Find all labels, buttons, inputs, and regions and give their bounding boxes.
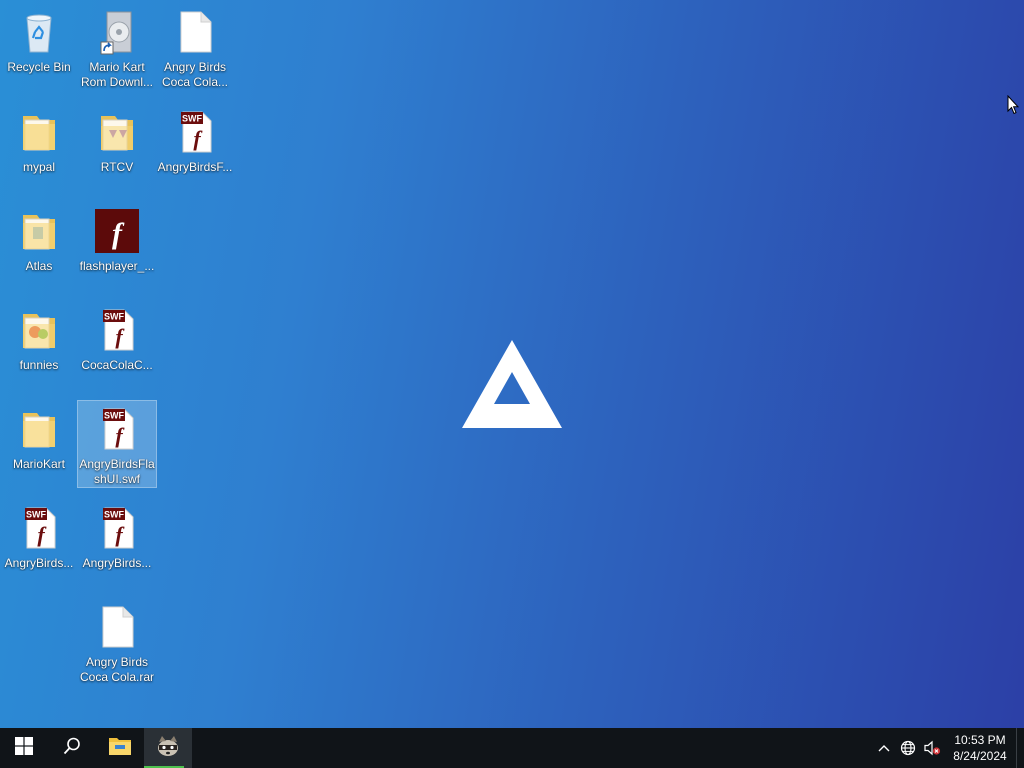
flash-player-icon: f bbox=[93, 207, 141, 255]
desktop-icon-folder-rtcv[interactable]: RTCV bbox=[78, 104, 156, 175]
swf-file-icon: SWF f bbox=[93, 405, 141, 453]
taskbar-clock[interactable]: 10:53 PM 8/24/2024 bbox=[944, 728, 1016, 768]
mouse-cursor-icon bbox=[1007, 94, 1020, 115]
desktop-icon-swf-angrybirds-2[interactable]: SWF f AngryBirds... bbox=[78, 500, 156, 571]
svg-text:SWF: SWF bbox=[26, 510, 46, 520]
desktop-icon-flashplayer[interactable]: f flashplayer_... bbox=[78, 203, 156, 274]
show-desktop-button[interactable] bbox=[1016, 728, 1024, 768]
system-tray: 10:53 PM 8/24/2024 bbox=[872, 728, 1024, 768]
swf-file-icon: SWF f bbox=[93, 504, 141, 552]
taskbar: 10:53 PM 8/24/2024 bbox=[0, 728, 1024, 768]
folder-icon bbox=[15, 108, 63, 156]
svg-text:SWF: SWF bbox=[104, 411, 124, 421]
desktop-icon-angry-birds-coca-cola-file[interactable]: Angry Birds Coca Cola... bbox=[156, 4, 234, 90]
folder-icon bbox=[15, 207, 63, 255]
globe-network-icon[interactable] bbox=[896, 728, 920, 768]
file-explorer-icon bbox=[108, 736, 132, 761]
swf-file-icon: SWF f bbox=[15, 504, 63, 552]
taskbar-app-active[interactable] bbox=[144, 728, 192, 768]
raccoon-app-icon bbox=[155, 734, 181, 763]
desktop-icon-angry-birds-coca-cola-rar[interactable]: Angry Birds Coca Cola.rar bbox=[78, 599, 156, 685]
desktop-icon-label: funnies bbox=[19, 358, 59, 372]
folder-icon bbox=[93, 108, 141, 156]
desktop-icon-folder-mariokart[interactable]: MarioKart bbox=[0, 401, 78, 472]
svg-text:SWF: SWF bbox=[104, 510, 124, 520]
folder-icon bbox=[15, 405, 63, 453]
svg-text:SWF: SWF bbox=[104, 312, 124, 322]
blank-file-icon bbox=[171, 8, 219, 56]
desktop-icon-folder-atlas[interactable]: Atlas bbox=[0, 203, 78, 274]
wallpaper-logo bbox=[460, 338, 564, 430]
desktop-icon-folder-funnies[interactable]: funnies bbox=[0, 302, 78, 373]
recycle-bin-icon bbox=[15, 8, 63, 56]
desktop-icon-label: AngryBirdsF... bbox=[157, 160, 233, 174]
desktop-icon-label: MarioKart bbox=[12, 457, 65, 471]
desktop-icon-swf-cocacolac[interactable]: SWF f CocaColaC... bbox=[78, 302, 156, 373]
desktop[interactable]: Recycle Bin mypal Atlas funnies MarioKar… bbox=[0, 0, 1024, 728]
desktop-icon-label: AngryBirds... bbox=[4, 556, 74, 570]
desktop-icon-label: RTCV bbox=[100, 160, 134, 174]
chevron-up-icon[interactable] bbox=[872, 728, 896, 768]
clock-time: 10:53 PM bbox=[954, 733, 1006, 747]
swf-file-icon: SWF f bbox=[171, 108, 219, 156]
desktop-icon-label: Atlas bbox=[25, 259, 53, 273]
desktop-icon-label: Mario Kart Rom Downl... bbox=[80, 60, 154, 89]
swf-file-icon: SWF f bbox=[93, 306, 141, 354]
folder-icon bbox=[15, 306, 63, 354]
start-button[interactable] bbox=[0, 728, 48, 768]
desktop-icon-mario-kart-rom-download[interactable]: Mario Kart Rom Downl... bbox=[78, 4, 156, 90]
desktop-icon-label: mypal bbox=[22, 160, 55, 174]
svg-text:SWF: SWF bbox=[182, 114, 202, 124]
shortcut-icon bbox=[93, 8, 141, 56]
desktop-icon-swf-angrybirdsflashui[interactable]: SWF f AngryBirdsFlashUI.swf bbox=[77, 400, 157, 488]
blank-file-icon bbox=[93, 603, 141, 651]
desktop-icon-label: AngryBirdsFlashUI.swf bbox=[79, 457, 155, 486]
clock-date: 8/24/2024 bbox=[953, 749, 1007, 763]
desktop-icon-label: Recycle Bin bbox=[7, 60, 71, 74]
search-button[interactable] bbox=[48, 728, 96, 768]
desktop-icon-swf-angrybirds-1[interactable]: SWF f AngryBirds... bbox=[0, 500, 78, 571]
desktop-icon-label: Angry Birds Coca Cola... bbox=[161, 60, 229, 89]
speaker-muted-icon[interactable] bbox=[920, 728, 944, 768]
file-explorer-button[interactable] bbox=[96, 728, 144, 768]
desktop-icon-label: flashplayer_... bbox=[79, 259, 155, 273]
desktop-icon-swf-angrybirdsf[interactable]: SWF f AngryBirdsF... bbox=[156, 104, 234, 175]
desktop-icon-recycle-bin[interactable]: Recycle Bin bbox=[0, 4, 78, 75]
windows-start-icon bbox=[15, 736, 33, 760]
search-icon bbox=[63, 737, 81, 760]
desktop-icon-folder-mypal[interactable]: mypal bbox=[0, 104, 78, 175]
desktop-icon-label: AngryBirds... bbox=[82, 556, 152, 570]
desktop-icon-label: Angry Birds Coca Cola.rar bbox=[79, 655, 155, 684]
desktop-icon-label: CocaColaC... bbox=[81, 358, 153, 372]
